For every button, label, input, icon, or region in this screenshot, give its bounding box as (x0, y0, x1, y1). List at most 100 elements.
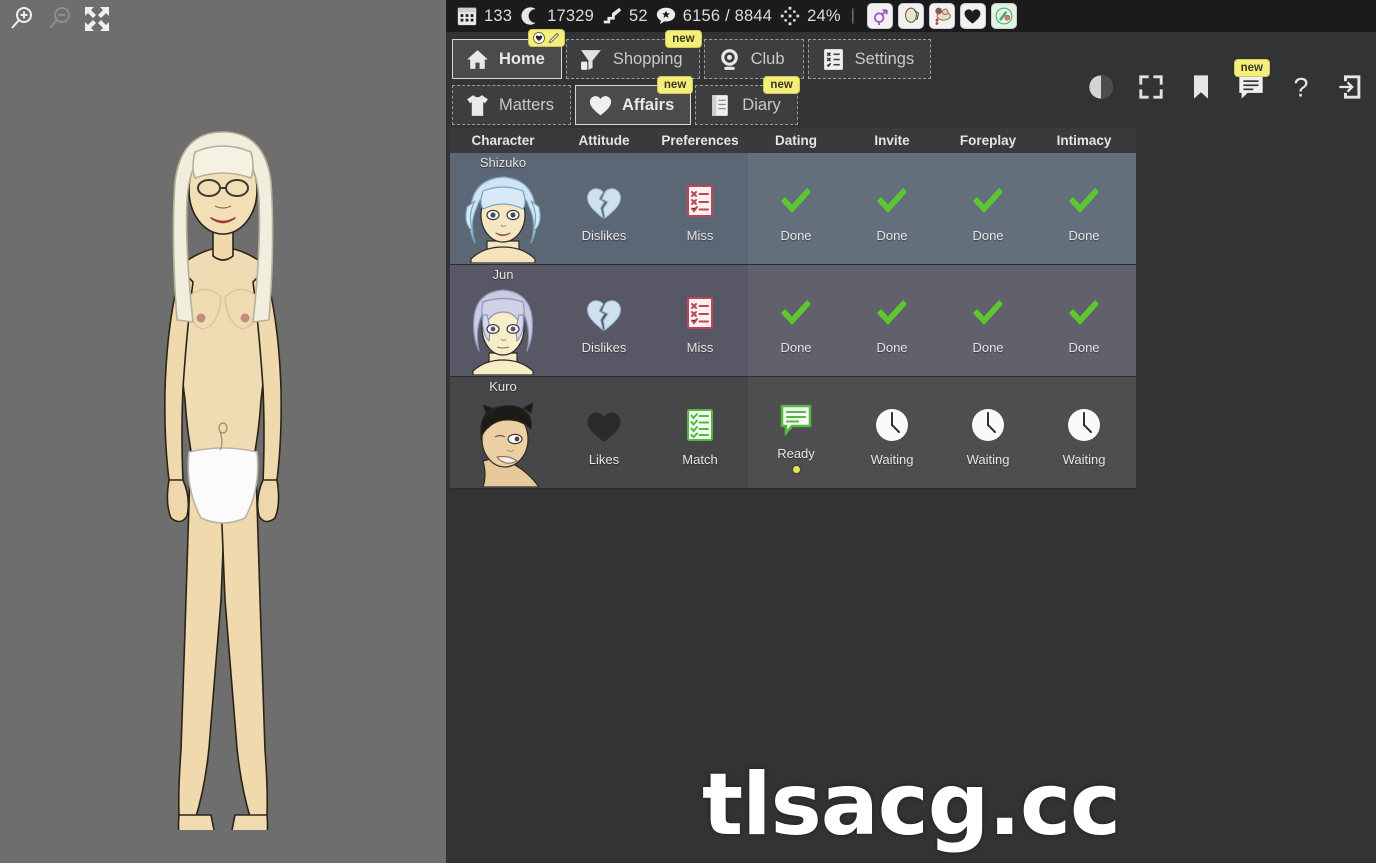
shopping-new-badge: new (665, 30, 702, 48)
nav-settings-label: Settings (854, 49, 915, 68)
stat-level-value: 52 (629, 6, 648, 25)
nav-shopping-button[interactable]: Shopping new (565, 30, 702, 79)
table-row[interactable]: Kuro Likes Match Ready Waiting Waiting W… (450, 377, 1136, 489)
cell-label: Done (780, 227, 812, 243)
character-cell[interactable]: Kuro (450, 377, 556, 488)
cell-label: Waiting (1062, 451, 1106, 467)
fit-screen-icon[interactable] (82, 4, 112, 34)
heart-icon[interactable] (959, 3, 986, 29)
cell-label: Likes (588, 451, 620, 467)
cell-label: Ready (777, 445, 815, 461)
intimacy-cell[interactable]: Waiting (1036, 377, 1132, 488)
cell-label: Done (1068, 339, 1100, 355)
character-preview-panel (0, 0, 446, 863)
stat-coins-value: 17329 (547, 6, 595, 25)
check-icon (877, 187, 907, 213)
contrast-icon[interactable] (1086, 72, 1116, 102)
calendar-icon (457, 7, 477, 26)
main-navigation: Home Shopping new Club Settings Matters … (446, 29, 1376, 132)
stairs-icon (603, 7, 622, 24)
check-icon (781, 187, 811, 213)
star-bubble-icon (656, 7, 675, 25)
move-icon (781, 6, 800, 26)
glasses-icon[interactable] (897, 3, 924, 29)
affairs-table: Character Attitude Preferences Dating In… (450, 128, 1136, 489)
zoom-out-icon[interactable] (44, 4, 74, 34)
zoom-in-icon[interactable] (6, 4, 36, 34)
cell-label: Dislikes (581, 227, 627, 243)
character-figure[interactable] (73, 70, 373, 830)
check-icon (877, 299, 907, 325)
heart-icon (589, 95, 612, 115)
checklist-match-icon (687, 408, 713, 441)
cell-label: Done (1068, 227, 1100, 243)
badge-heart-icon (532, 32, 545, 44)
ready-indicator-dot (792, 465, 800, 473)
dating-cell[interactable]: Done (748, 153, 844, 264)
jun-portrait (472, 289, 534, 375)
exit-icon[interactable] (1336, 72, 1366, 102)
attitude-cell[interactable]: Dislikes (556, 153, 652, 264)
dating-cell[interactable]: Ready (748, 377, 844, 488)
attitude-cell[interactable]: Dislikes (556, 265, 652, 376)
foreplay-cell[interactable]: Done (940, 153, 1036, 264)
chat-icon[interactable]: new (1233, 59, 1270, 102)
badge-pencil-icon (548, 32, 559, 44)
nav-affairs-button[interactable]: Affairs new (575, 76, 694, 125)
character-cell[interactable]: Shizuko (450, 153, 556, 264)
nav-settings-button[interactable]: Settings (807, 39, 932, 79)
clock-icon (1068, 408, 1100, 441)
help-icon[interactable]: ? (1286, 72, 1316, 102)
table-row[interactable]: Jun Dislikes Miss Done Done Done Done (450, 265, 1136, 377)
stat-level: 52 (601, 5, 648, 27)
clock-icon (972, 408, 1004, 441)
affairs-new-badge: new (656, 76, 694, 94)
pills-icon[interactable] (990, 3, 1017, 29)
checklist-miss-icon (687, 296, 713, 329)
bookmark-icon[interactable] (1186, 72, 1216, 102)
character-cell[interactable]: Jun (450, 265, 556, 376)
kuro-portrait (480, 402, 540, 487)
column-header-dating: Dating (775, 133, 817, 148)
heart-icon (587, 412, 621, 442)
invite-cell[interactable]: Done (844, 265, 940, 376)
cell-label: Waiting (870, 451, 914, 467)
foreplay-cell[interactable]: Done (940, 265, 1036, 376)
invite-cell[interactable]: Waiting (844, 377, 940, 488)
shirt-icon (467, 94, 488, 116)
gender-icon[interactable] (866, 3, 893, 29)
column-header-foreplay: Foreplay (959, 133, 1017, 148)
cell-label: Done (972, 227, 1004, 243)
table-row[interactable]: Shizuko Dislikes Miss Done Done Done Don… (450, 153, 1136, 265)
stat-points-value: 6156 / 8844 (682, 6, 773, 25)
game-ui-panel: 133 17329 52 6156 / 8844 24% | Home Shop… (446, 0, 1376, 863)
nav-diary-button[interactable]: Diary new (695, 76, 800, 125)
fullscreen-icon[interactable] (1136, 72, 1166, 102)
preferences-cell[interactable]: Miss (652, 153, 748, 264)
attitude-cell[interactable]: Likes (556, 377, 652, 488)
nav-home-button[interactable]: Home (452, 29, 565, 79)
intimacy-cell[interactable]: Done (1036, 153, 1132, 264)
intimacy-cell[interactable]: Done (1036, 265, 1132, 376)
nav-club-button[interactable]: Club (703, 39, 804, 79)
nav-club-label: Club (750, 49, 785, 68)
quick-icon-group (866, 3, 1017, 29)
character-name: Shizuko (479, 155, 527, 170)
character-name: Jun (492, 267, 514, 282)
column-header-intimacy: Intimacy (1056, 133, 1112, 148)
cell-label: Done (876, 339, 908, 355)
app-root: 133 17329 52 6156 / 8844 24% | Home Shop… (0, 0, 1376, 863)
check-icon (973, 299, 1003, 325)
checklist-miss-icon (687, 184, 713, 217)
settings-list-icon (823, 48, 843, 70)
stat-progress: 24% (779, 5, 841, 27)
lovers-icon[interactable] (928, 3, 955, 29)
clock-icon (876, 408, 908, 441)
preferences-cell[interactable]: Match (652, 377, 748, 488)
dating-cell[interactable]: Done (748, 265, 844, 376)
invite-cell[interactable]: Done (844, 153, 940, 264)
column-header-preferences: Preferences (661, 133, 739, 148)
foreplay-cell[interactable]: Waiting (940, 377, 1036, 488)
nav-matters-button[interactable]: Matters (452, 85, 572, 125)
preferences-cell[interactable]: Miss (652, 265, 748, 376)
